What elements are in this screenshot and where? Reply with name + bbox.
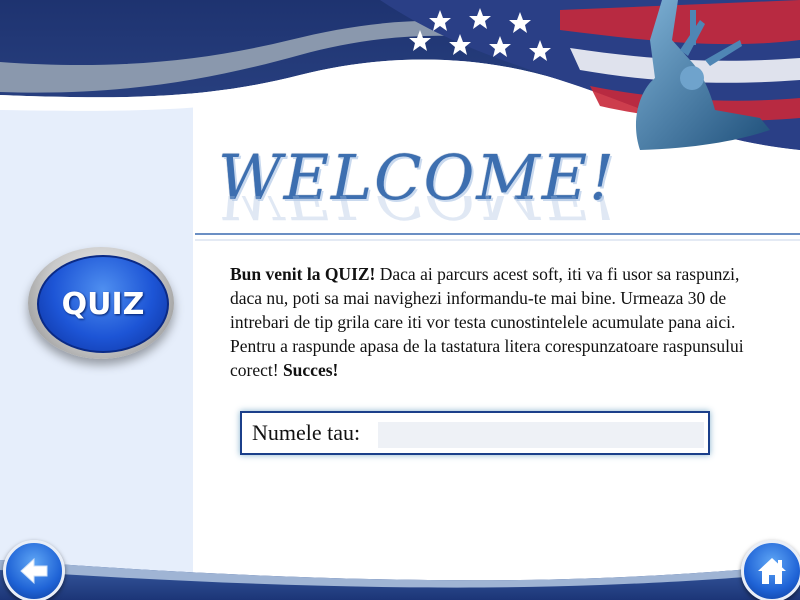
intro-bold-start: Bun venit la QUIZ! <box>230 264 376 284</box>
name-input[interactable] <box>378 422 704 448</box>
back-button[interactable] <box>3 540 65 600</box>
name-field-label: Numele tau: <box>252 420 361 445</box>
quiz-start-button[interactable]: QUIZ <box>28 247 174 359</box>
home-button[interactable] <box>741 540 800 600</box>
arrow-left-icon <box>20 557 48 585</box>
quiz-button-label: QUIZ <box>61 286 145 322</box>
home-icon <box>758 558 786 584</box>
quiz-button-face[interactable]: QUIZ <box>37 255 169 353</box>
name-entry-box: Numele tau: <box>240 411 710 455</box>
intro-bold-end: Succes! <box>282 360 339 380</box>
quiz-welcome-screen: WELCOME! WELCOME! QUIZ Bun venit la QUIZ… <box>0 0 800 600</box>
intro-text: Bun venit la QUIZ! Daca ai parcurs acest… <box>230 262 760 382</box>
welcome-title-reflection: WELCOME! <box>218 196 617 233</box>
